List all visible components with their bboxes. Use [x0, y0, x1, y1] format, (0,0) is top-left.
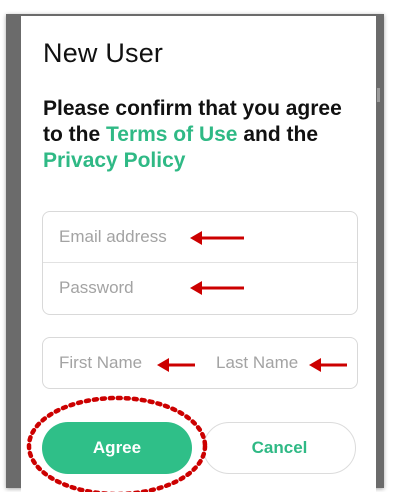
privacy-policy-link[interactable]: Privacy Policy — [43, 149, 185, 172]
email-arrow-annotation — [190, 231, 244, 245]
terms-of-use-link[interactable]: Terms of Use — [106, 123, 238, 146]
cancel-button[interactable]: Cancel — [203, 422, 356, 474]
dialog-title: New User — [43, 38, 164, 68]
terms-confirmation-text: Please confirm that you agree to the Ter… — [43, 96, 363, 174]
agree-highlight-annotation — [26, 395, 208, 492]
first-name-arrow-annotation — [157, 358, 195, 372]
credentials-group — [42, 211, 358, 315]
last-name-arrow-annotation — [309, 358, 347, 372]
confirm-middle: and the — [237, 123, 319, 146]
password-arrow-annotation — [190, 281, 244, 295]
scroll-mark — [377, 88, 380, 102]
